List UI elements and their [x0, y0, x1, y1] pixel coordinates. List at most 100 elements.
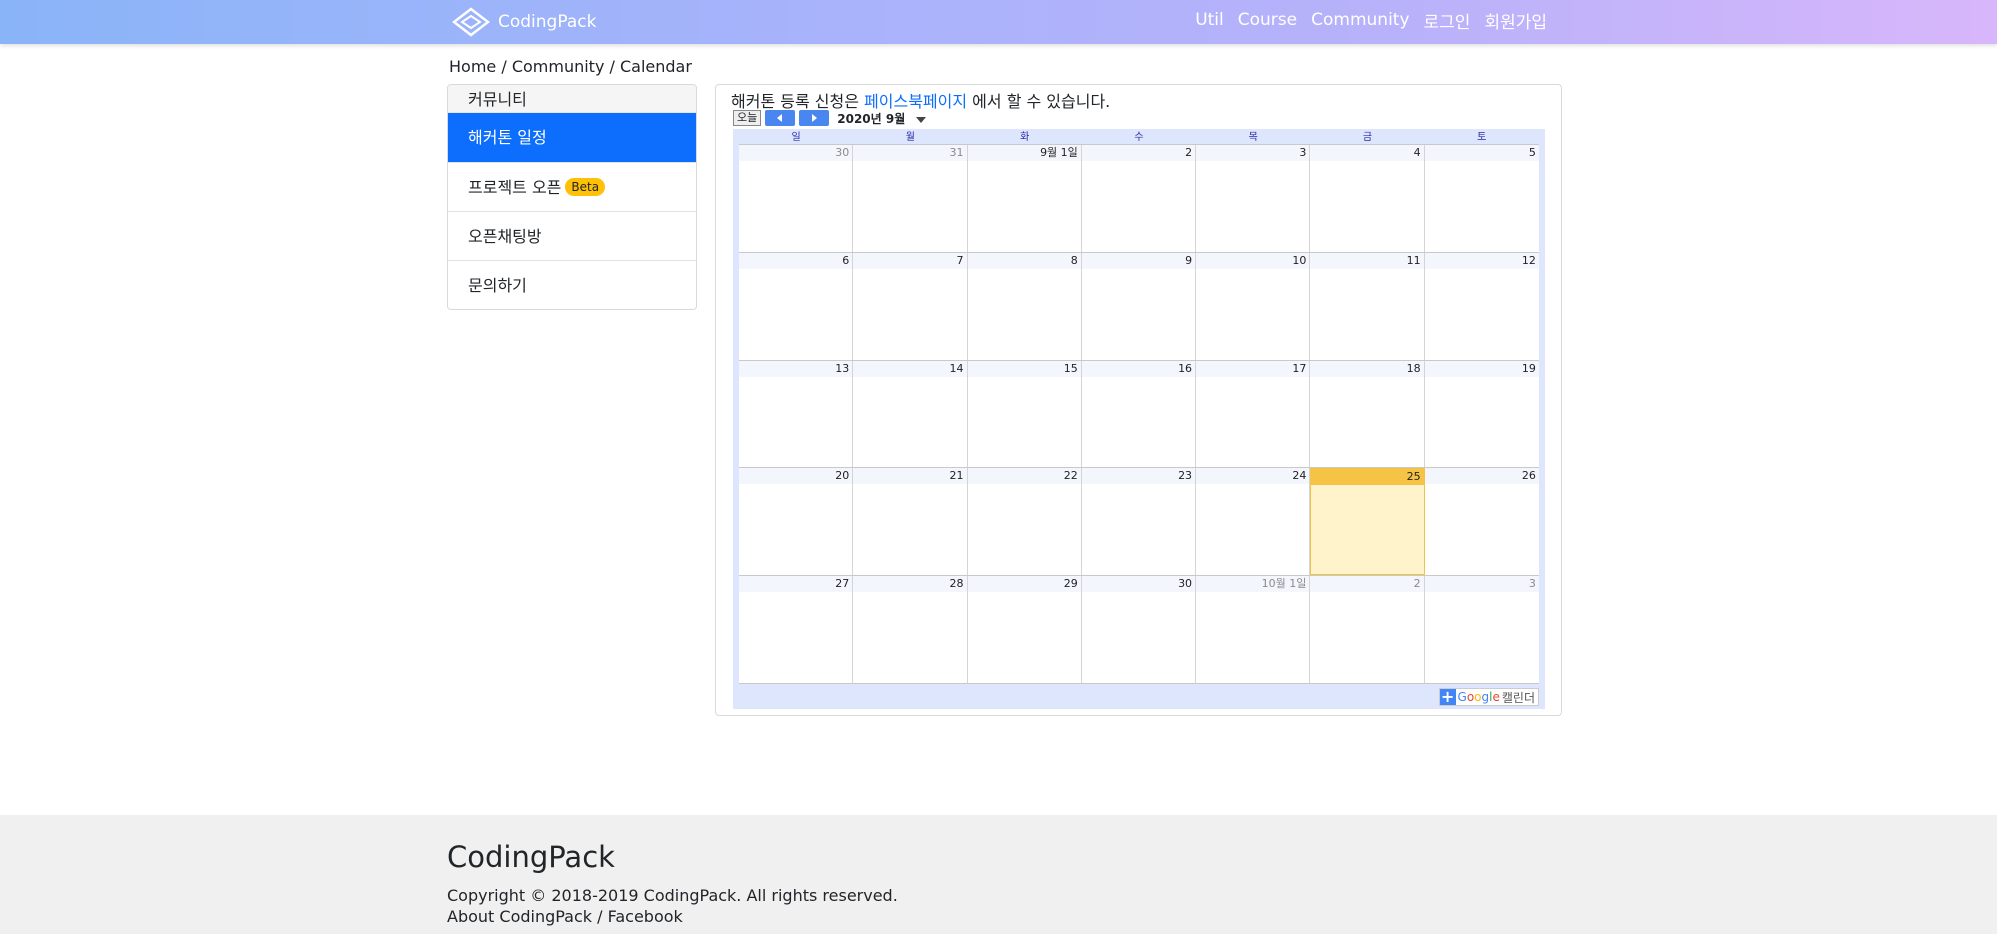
- google-calendar-add-button[interactable]: + Google 캘린더: [1438, 687, 1539, 706]
- sidebar-item-hackathon-schedule[interactable]: 해커톤 일정: [448, 113, 696, 162]
- calendar-week-row: 30 31 9월 1일 2 3 4 5: [739, 145, 1539, 253]
- sidebar-item-open-chat[interactable]: 오픈채팅방: [448, 211, 696, 260]
- calendar-day-cell[interactable]: 16: [1081, 360, 1197, 468]
- calendar-day-cell-today[interactable]: 25: [1310, 468, 1425, 576]
- day-number: 2: [1310, 576, 1424, 593]
- day-number: 16: [1081, 360, 1196, 377]
- calendar-day-cell[interactable]: 10: [1196, 252, 1311, 360]
- day-number: 10월 1일: [1196, 576, 1310, 593]
- calendar-day-cell[interactable]: 23: [1081, 468, 1197, 576]
- calendar-day-cell[interactable]: 19: [1424, 360, 1539, 468]
- notice-suffix: 에서 할 수 있습니다.: [967, 92, 1111, 111]
- today-button[interactable]: 오늘: [733, 110, 762, 126]
- calendar-day-cell[interactable]: 18: [1310, 360, 1425, 468]
- day-number: 30: [1081, 576, 1196, 593]
- calendar-day-cell[interactable]: 12: [1424, 252, 1539, 360]
- about-link[interactable]: About CodingPack: [447, 907, 592, 926]
- calendar-day-cell[interactable]: 20: [739, 468, 854, 576]
- nav-signup[interactable]: 회원가입: [1484, 8, 1547, 33]
- calendar-day-cell[interactable]: 6: [739, 252, 854, 360]
- day-number: 27: [739, 576, 853, 593]
- sidebar-item-project-open[interactable]: 프로젝트 오픈 Beta: [448, 162, 696, 211]
- day-number: 6: [739, 252, 853, 269]
- calendar-day-cell[interactable]: 9: [1081, 252, 1197, 360]
- calendar-day-cell[interactable]: 31: [853, 145, 968, 252]
- calendar-day-cell[interactable]: 30: [739, 145, 854, 252]
- nav-community[interactable]: Community: [1311, 10, 1409, 30]
- calendar-day-cell[interactable]: 21: [853, 468, 968, 576]
- sidebar-item-label: 문의하기: [468, 275, 527, 295]
- brand-link[interactable]: CodingPack: [452, 5, 596, 39]
- weekday-label: 수: [1134, 132, 1144, 143]
- day-number: 11: [1310, 252, 1424, 269]
- breadcrumb: Home / Community / Calendar: [449, 57, 692, 76]
- day-number: 26: [1424, 468, 1539, 485]
- calendar-day-cell[interactable]: 30: [1081, 576, 1197, 683]
- day-number: 9: [1081, 252, 1196, 269]
- calendar-day-cell[interactable]: 17: [1196, 360, 1311, 468]
- calendar-dropdown[interactable]: [915, 109, 927, 128]
- calendar-day-cell[interactable]: 14: [853, 360, 968, 468]
- day-number: 5: [1424, 145, 1539, 161]
- nav-util[interactable]: Util: [1195, 10, 1224, 30]
- prev-month-button[interactable]: [765, 110, 796, 126]
- calendar-day-cell[interactable]: 11: [1310, 252, 1425, 360]
- calendar-day-cell[interactable]: 3: [1424, 576, 1539, 683]
- beta-badge: Beta: [565, 178, 606, 196]
- calendar-day-cell[interactable]: 15: [967, 360, 1082, 468]
- weekday-label: 화: [1020, 132, 1030, 143]
- weekday-header: 일 월 화 수 목 금 토: [739, 129, 1539, 144]
- calendar-day-cell[interactable]: 7: [853, 252, 968, 360]
- calendar-week-row: 27 28 29 30 10월 1일 2 3: [739, 576, 1539, 684]
- nav-login[interactable]: 로그인: [1424, 8, 1471, 33]
- calendar-week-row: 13 14 15 16 17 18 19: [739, 360, 1539, 469]
- facebook-link[interactable]: Facebook: [608, 907, 683, 926]
- calendar-day-cell[interactable]: 10월 1일: [1196, 576, 1311, 683]
- nav-links: Util Course Community 로그인 회원가입: [1181, 0, 1547, 40]
- day-number: 13: [739, 360, 853, 377]
- calendar-day-cell[interactable]: 29: [967, 576, 1082, 683]
- nav-course[interactable]: Course: [1238, 10, 1297, 30]
- calendar-day-cell[interactable]: 2: [1310, 576, 1425, 683]
- day-number: 22: [967, 468, 1081, 485]
- day-number: 29: [967, 576, 1081, 593]
- day-number: 31: [853, 145, 967, 161]
- calendar-day-cell[interactable]: 22: [967, 468, 1082, 576]
- footer-brand: CodingPack: [447, 840, 615, 874]
- day-number: 17: [1196, 360, 1310, 377]
- calendar-day-cell[interactable]: 3: [1196, 145, 1311, 252]
- day-number: 4: [1310, 145, 1424, 161]
- day-number: 21: [853, 468, 967, 485]
- calendar-day-cell[interactable]: 4: [1310, 145, 1425, 252]
- calendar-day-cell[interactable]: 24: [1196, 468, 1311, 576]
- next-month-button[interactable]: [799, 110, 830, 126]
- sidebar-item-label: 프로젝트 오픈: [468, 177, 562, 197]
- plus-icon: +: [1439, 687, 1456, 706]
- weekday-label: 금: [1362, 132, 1373, 143]
- sidebar-header: 커뮤니티: [448, 85, 696, 113]
- calendar-day-cell[interactable]: 28: [853, 576, 968, 683]
- sidebar-item-contact[interactable]: 문의하기: [448, 260, 696, 309]
- day-number: 3: [1424, 576, 1539, 593]
- calendar-day-cell[interactable]: 5: [1424, 145, 1539, 252]
- weekday-label: 토: [1477, 132, 1487, 143]
- month-title: 2020년 9월: [837, 111, 906, 126]
- calendar-day-cell[interactable]: 13: [739, 360, 854, 468]
- calendar-day-cell[interactable]: 9월 1일: [967, 145, 1082, 252]
- calendar-grid: 30 31 9월 1일 2 3 4 5 6 7 8 9 10 11 12 13 14 15 16 17 18 19 20 2…: [739, 144, 1539, 684]
- calendar-day-cell[interactable]: 27: [739, 576, 854, 683]
- sidebar-item-label: 오픈채팅방: [468, 226, 542, 246]
- day-number: 25: [1311, 469, 1424, 486]
- calendar-week-row: 6 7 8 9 10 11 12: [739, 252, 1539, 361]
- brand-name: CodingPack: [498, 12, 597, 32]
- calendar-day-cell[interactable]: 8: [967, 252, 1082, 360]
- day-number: 18: [1310, 360, 1424, 377]
- calendar-week-row: 20 21 22 23 24 25 26: [739, 468, 1539, 577]
- day-number: 28: [853, 576, 967, 593]
- day-number: 23: [1081, 468, 1196, 485]
- day-number: 9월 1일: [967, 145, 1081, 161]
- weekday-label: 월: [905, 132, 915, 143]
- calendar-toolbar: 오늘 2020년 9월: [733, 109, 927, 127]
- calendar-day-cell[interactable]: 26: [1424, 468, 1539, 575]
- calendar-day-cell[interactable]: 2: [1081, 145, 1197, 252]
